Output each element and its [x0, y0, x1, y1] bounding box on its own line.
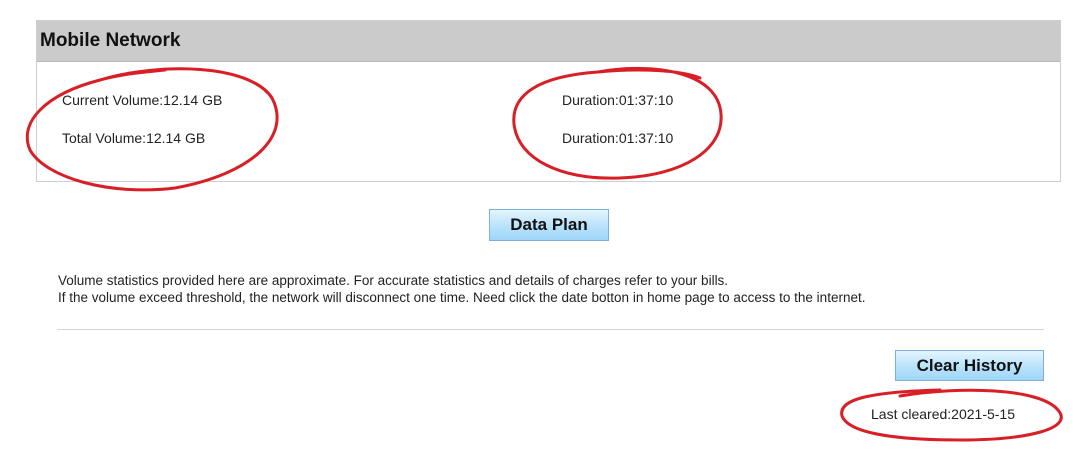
- notes-line-1: Volume statistics provided here are appr…: [58, 273, 729, 288]
- current-duration-label: Duration:: [562, 92, 619, 108]
- panel-title: Mobile Network: [40, 30, 181, 51]
- total-duration-label: Duration:: [562, 130, 619, 146]
- notes-line-2: If the volume exceed threshold, the netw…: [58, 290, 866, 305]
- current-volume-value: 12.14 GB: [163, 92, 223, 108]
- clear-history-button[interactable]: Clear History: [895, 350, 1044, 381]
- last-cleared-label: Last cleared:: [871, 406, 952, 422]
- last-cleared: Last cleared:2021-5-15: [871, 406, 1015, 422]
- volume-notes: Volume statistics provided here are appr…: [58, 272, 865, 306]
- last-cleared-value: 2021-5-15: [951, 406, 1015, 422]
- section-divider: [57, 329, 1044, 330]
- total-volume: Total Volume:12.14 GB: [62, 130, 205, 146]
- current-volume-label: Current Volume:: [62, 92, 164, 108]
- total-duration: Duration:01:37:10: [562, 130, 673, 146]
- current-duration: Duration:01:37:10: [562, 92, 673, 108]
- data-plan-button[interactable]: Data Plan: [489, 209, 609, 241]
- current-duration-value: 01:37:10: [618, 92, 674, 108]
- total-volume-value: 12.14 GB: [146, 130, 206, 146]
- total-volume-label: Total Volume:: [62, 130, 147, 146]
- total-duration-value: 01:37:10: [618, 130, 674, 146]
- panel-header: Mobile Network: [37, 21, 1060, 62]
- current-volume: Current Volume:12.14 GB: [62, 92, 222, 108]
